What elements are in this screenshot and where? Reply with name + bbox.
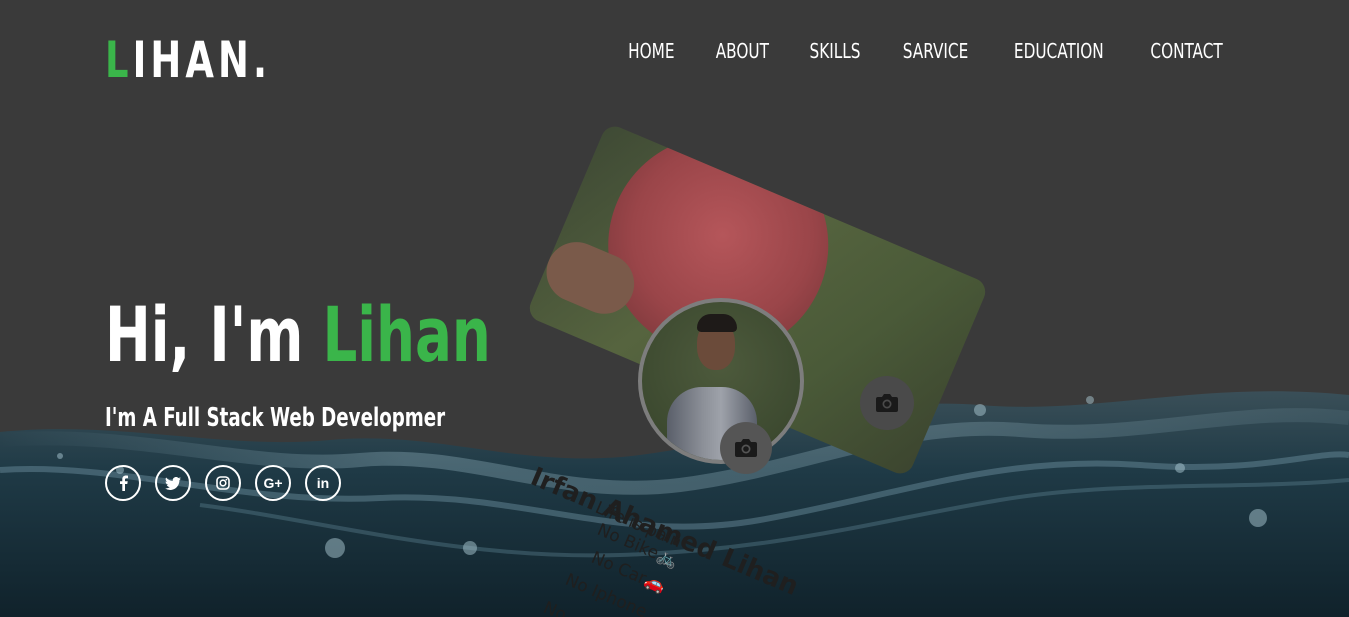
avatar-hair bbox=[697, 314, 737, 332]
camera-icon bbox=[720, 422, 772, 474]
logo-text: IHAN. bbox=[132, 31, 272, 89]
profile-card-image: Irfan Ahamed Lihan Life is pain No Bike🚲… bbox=[520, 122, 990, 617]
twitter-icon bbox=[165, 476, 181, 490]
linkedin-link[interactable]: in bbox=[305, 465, 341, 501]
nav-education[interactable]: EDUCATION bbox=[1014, 38, 1104, 64]
instagram-icon bbox=[216, 476, 230, 490]
facebook-icon bbox=[119, 475, 128, 491]
nav-home[interactable]: HOME bbox=[628, 38, 674, 64]
hero-greeting: Hi, I'm bbox=[105, 290, 323, 379]
page: LIHAN. HOME ABOUT SKILLS SARVICE EDUCATI… bbox=[0, 0, 1349, 617]
nav-about[interactable]: ABOUT bbox=[715, 38, 768, 64]
nav-service[interactable]: SARVICE bbox=[903, 38, 969, 64]
logo-accent-letter: L bbox=[105, 31, 133, 89]
site-logo[interactable]: LIHAN. bbox=[105, 30, 271, 90]
hero-name: Lihan bbox=[322, 290, 491, 379]
nav-skills[interactable]: SKILLS bbox=[810, 38, 861, 64]
instagram-link[interactable] bbox=[205, 465, 241, 501]
profile-bio-line: No... bbox=[540, 598, 584, 617]
nav-contact[interactable]: CONTACT bbox=[1150, 38, 1222, 64]
linkedin-icon: in bbox=[316, 475, 330, 491]
hero-title: Hi, I'm Lihan bbox=[105, 285, 491, 385]
google-plus-link[interactable]: G+ bbox=[255, 465, 291, 501]
facebook-link[interactable] bbox=[105, 465, 141, 501]
twitter-link[interactable] bbox=[155, 465, 191, 501]
google-plus-icon: G+ bbox=[263, 475, 283, 491]
camera-icon bbox=[860, 376, 914, 430]
social-links: G+ in bbox=[105, 465, 341, 501]
hero-subtitle: I'm A Full Stack Web Developmer bbox=[105, 403, 446, 433]
main-nav: HOME ABOUT SKILLS SARVICE EDUCATION CONT… bbox=[628, 38, 1225, 64]
